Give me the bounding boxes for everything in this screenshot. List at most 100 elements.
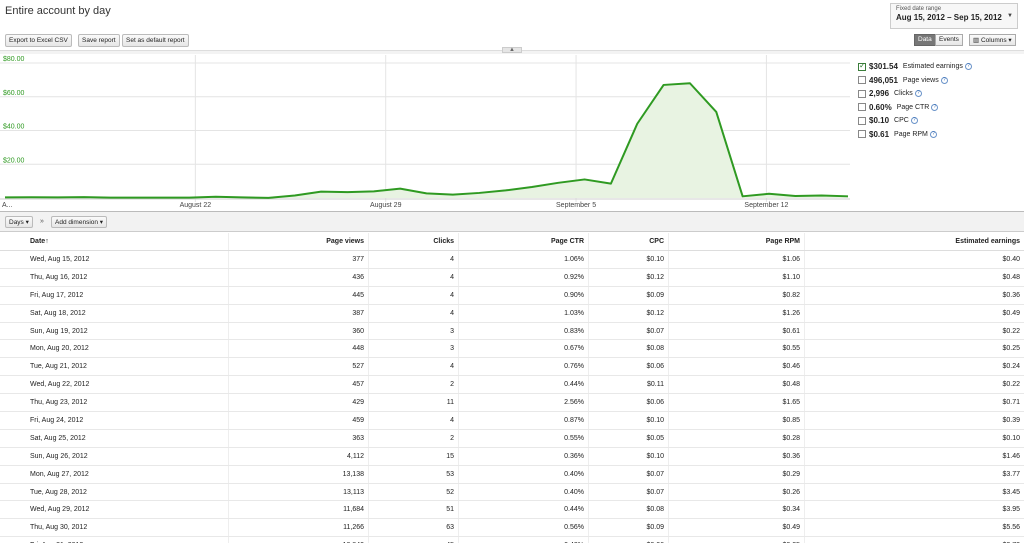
- x-tick-label: August 29: [370, 202, 402, 209]
- column-header[interactable]: Estimated earnings: [805, 233, 1024, 250]
- table-cell: 52: [369, 483, 459, 501]
- report-table: Date ↑ Page views Clicks Page CTR CPC Page RP…: [0, 233, 1024, 543]
- table-row[interactable]: Sat, Aug 25, 2012 363 2 0.55% $0.05 $0.28 $0.1…: [0, 429, 1024, 448]
- table-row[interactable]: Thu, Aug 23, 2012 429 11 2.56% $0.06 $1.65 $0.…: [0, 394, 1024, 413]
- metric-value: 496,051: [869, 75, 898, 85]
- y-tick-label: $60.00: [3, 90, 25, 97]
- table-row[interactable]: Fri, Aug 31, 201210,840450.42%$0.06$0.25…: [0, 537, 1024, 543]
- table-cell: 0.40%: [459, 465, 589, 483]
- table-cell: $0.11: [589, 376, 669, 394]
- y-tick-label: $40.00: [3, 124, 25, 131]
- table-cell: 2: [369, 376, 459, 394]
- table-row[interactable]: Mon, Aug 27, 2012 13,138 53 0.40% $0.07 $0.29…: [0, 465, 1024, 484]
- table-cell: $0.48: [1002, 273, 1020, 281]
- y-tick-label: $20.00: [3, 157, 25, 164]
- table-cell: 4: [369, 251, 459, 268]
- table-cell: 4,112: [229, 447, 369, 465]
- help-icon[interactable]: ?: [910, 117, 918, 125]
- table-cell: $0.06: [589, 394, 669, 412]
- help-icon[interactable]: ?: [929, 130, 937, 138]
- table-row[interactable]: Fri, Aug 24, 2012 459 4 0.87% $0.10 $0.85 $0.3…: [0, 412, 1024, 430]
- table-row[interactable]: Wed, Aug 29, 2012 11,684 51 0.44% $0.08 $0.34…: [0, 501, 1024, 520]
- table-row[interactable]: Fri, Aug 17, 2012 445 4 0.90% $0.09 $0.82 $0.3…: [0, 286, 1024, 305]
- table-row[interactable]: Tue, Aug 21, 2012 527 4 0.76% $0.06 $0.46 $0.2…: [0, 358, 1024, 377]
- table-cell: $0.10: [589, 251, 669, 268]
- metric-checkbox[interactable]: [858, 61, 866, 71]
- table-cell: 0.87%: [459, 412, 589, 429]
- double-chevron-icon: »: [40, 218, 44, 225]
- metric-row[interactable]: 2,996 Clicks?: [858, 87, 1024, 101]
- metric-checkbox[interactable]: [858, 89, 866, 98]
- help-icon[interactable]: ?: [931, 103, 939, 111]
- table-cell: $0.49: [669, 519, 805, 537]
- table-row[interactable]: Thu, Aug 30, 2012 11,266 63 0.56% $0.09 $0.49…: [0, 519, 1024, 538]
- table-cell: 2.56%: [459, 394, 589, 412]
- table-cell: Thu, Aug 23, 2012: [0, 394, 229, 412]
- table-cell: $0.48: [669, 376, 805, 394]
- metric-row[interactable]: $0.10 CPC?: [858, 114, 1024, 128]
- help-icon[interactable]: ?: [940, 76, 948, 84]
- column-header[interactable]: Page RPM: [669, 233, 805, 250]
- data-toggle-button[interactable]: Data: [914, 34, 936, 46]
- table-cell: 0.44%: [459, 501, 589, 519]
- add-dimension-dropdown[interactable]: Add dimension ▾: [51, 216, 108, 228]
- table-cell: $0.10: [1002, 434, 1020, 442]
- column-header[interactable]: Date ↑: [0, 233, 229, 250]
- table-row[interactable]: Thu, Aug 16, 2012 436 4 0.92% $0.12 $1.10 $0.4…: [0, 268, 1024, 287]
- page-title: Entire account by day: [5, 5, 111, 17]
- table-cell: $1.46: [1002, 452, 1020, 460]
- table-cell: 0.83%: [459, 322, 589, 340]
- column-header[interactable]: Clicks: [369, 233, 459, 250]
- table-cell: 0.42%: [459, 537, 589, 543]
- metric-name: Page CTR: [896, 103, 930, 111]
- metric-checkbox[interactable]: [858, 103, 866, 112]
- table-cell: $0.22: [1002, 381, 1020, 389]
- table-cell: $1.06: [669, 251, 805, 268]
- table-cell: 0.44%: [459, 376, 589, 394]
- table-row[interactable]: Tue, Aug 28, 2012 13,113 52 0.40% $0.07 $0.26…: [0, 483, 1024, 502]
- events-toggle-button[interactable]: Events: [935, 34, 963, 46]
- metric-checkbox[interactable]: [858, 116, 866, 125]
- table-cell: $5.56: [1002, 524, 1020, 532]
- table-cell: 3: [369, 340, 459, 358]
- export-csv-button[interactable]: Export to Excel CSV: [5, 34, 72, 47]
- metric-checkbox[interactable]: [858, 130, 866, 139]
- table-cell: $0.71: [1002, 399, 1020, 407]
- metric-row[interactable]: 0.60% Page CTR?: [858, 101, 1024, 115]
- table-cell: $0.36: [1002, 291, 1020, 299]
- metric-row[interactable]: $301.54 Estimated earnings?: [858, 60, 1024, 74]
- save-report-button[interactable]: Save report: [78, 34, 120, 47]
- columns-dropdown[interactable]: ▥ Columns ▾: [969, 34, 1016, 46]
- table-cell: 63: [369, 519, 459, 537]
- collapse-chart-toggle[interactable]: ▲: [502, 47, 522, 53]
- help-icon[interactable]: ?: [914, 90, 922, 98]
- table-row[interactable]: Sun, Aug 19, 2012 360 3 0.83% $0.07 $0.61 $0.2…: [0, 322, 1024, 341]
- metric-checkbox[interactable]: [858, 76, 866, 85]
- days-dropdown[interactable]: Days ▾: [5, 216, 33, 228]
- column-header[interactable]: Page CTR: [459, 233, 589, 250]
- table-cell: 10,840: [229, 537, 369, 543]
- table-row[interactable]: Wed, Aug 22, 2012 457 2 0.44% $0.11 $0.48 $0.2…: [0, 376, 1024, 395]
- set-default-report-button[interactable]: Set as default report: [122, 34, 189, 47]
- table-cell: $0.55: [669, 340, 805, 358]
- table-cell: 4: [369, 268, 459, 286]
- x-tick-label: A...: [2, 202, 13, 209]
- column-header[interactable]: Page views: [229, 233, 369, 250]
- date-range-picker[interactable]: Fixed date range Aug 15, 2012 – Sep 15, …: [890, 3, 1018, 29]
- metric-row[interactable]: $0.61 Page RPM?: [858, 128, 1024, 142]
- column-header[interactable]: CPC: [589, 233, 669, 250]
- table-cell: $0.07: [589, 483, 669, 501]
- table-cell: 4: [369, 358, 459, 376]
- metric-row[interactable]: 496,051 Page views?: [858, 74, 1024, 88]
- table-cell: $0.22: [1002, 327, 1020, 335]
- help-icon[interactable]: ?: [964, 63, 972, 71]
- table-cell: Thu, Aug 16, 2012: [0, 268, 229, 286]
- table-row[interactable]: Wed, Aug 15, 2012 377 4 1.06% $0.10 $1.06 $0.4…: [0, 251, 1024, 269]
- table-cell: $0.10: [589, 447, 669, 465]
- table-cell: Wed, Aug 22, 2012: [0, 376, 229, 394]
- table-cell: $0.08: [589, 501, 669, 519]
- table-row[interactable]: Sun, Aug 26, 2012 4,112 15 0.36% $0.10 $0.36 $…: [0, 447, 1024, 466]
- table-row[interactable]: Sat, Aug 18, 2012 387 4 1.03% $0.12 $1.26 $0.4…: [0, 304, 1024, 323]
- table-cell: $0.08: [589, 340, 669, 358]
- table-row[interactable]: Mon, Aug 20, 2012 448 3 0.67% $0.08 $0.55 $0.2…: [0, 340, 1024, 359]
